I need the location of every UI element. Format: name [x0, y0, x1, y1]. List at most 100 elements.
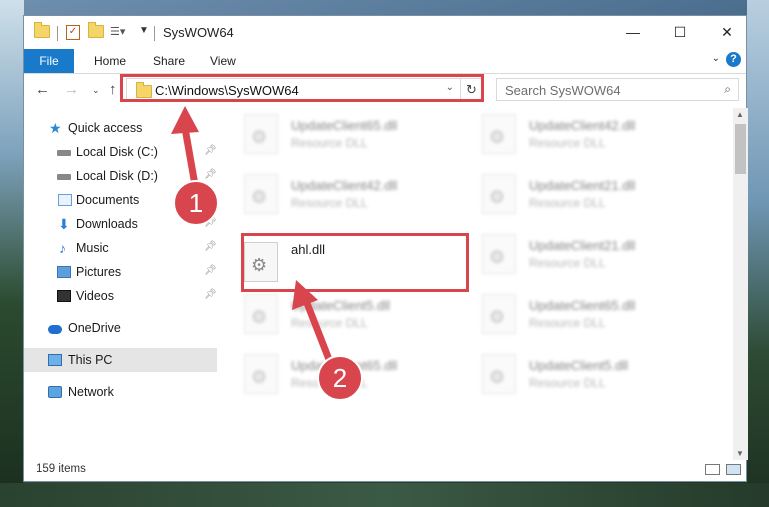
divider — [154, 26, 155, 41]
nav-local-disk-c[interactable]: Local Disk (C:) 📌︎ — [24, 140, 217, 164]
scroll-thumb[interactable] — [735, 124, 746, 174]
nav-label: Local Disk (D:) — [76, 169, 158, 183]
dll-file-icon — [244, 174, 278, 214]
nav-label: Documents — [76, 193, 140, 207]
nav-downloads[interactable]: ⬇ Downloads 📌︎ — [24, 212, 217, 236]
tab-file[interactable]: File — [24, 49, 74, 73]
file-type: Resource DLL — [529, 196, 606, 210]
customize-quick-access-icon[interactable]: ☰▾ — [110, 25, 125, 38]
nav-label: Local Disk (C:) — [76, 145, 158, 159]
nav-label: Music — [76, 241, 109, 255]
file-type: Resource DLL — [529, 316, 606, 330]
video-film-icon — [57, 290, 71, 302]
nav-quick-access[interactable]: ★ Quick access — [24, 116, 217, 140]
file-type: Resource DLL — [291, 316, 368, 330]
file-name: UpdateClient65.dll — [291, 358, 398, 373]
file-type: Resource DLL — [291, 196, 368, 210]
file-name: UpdateClient65.dll — [291, 118, 398, 133]
item-count: 159 items — [36, 463, 86, 475]
file-item[interactable]: UpdateClient21.dll Resource DLL — [462, 230, 692, 280]
dll-file-icon — [482, 234, 516, 274]
pin-icon: 📌︎ — [204, 193, 217, 204]
new-folder-icon[interactable] — [88, 22, 104, 38]
file-type: Resource DLL — [529, 376, 606, 390]
nav-this-pc[interactable]: This PC — [24, 348, 217, 372]
desktop-background-right — [747, 0, 769, 507]
nav-label: Videos — [76, 289, 114, 303]
window-title: SysWOW64 — [163, 25, 234, 40]
minimize-button[interactable]: — — [622, 21, 644, 43]
close-button[interactable]: ✕ — [716, 21, 738, 43]
forward-arrow-icon[interactable]: → — [64, 81, 79, 98]
desktop-background-bottom — [0, 483, 769, 507]
dll-file-icon — [244, 354, 278, 394]
dll-file-icon — [244, 294, 278, 334]
file-explorer-window: ✓ ☰▾ ▼ SysWOW64 — ☐ ✕ File Home Share Vi… — [23, 15, 748, 482]
nav-documents[interactable]: Documents 📌︎ — [24, 188, 217, 212]
nav-label: This PC — [68, 353, 113, 367]
file-type: Resource DLL — [291, 376, 368, 390]
file-item[interactable]: UpdateClient5.dll Resource DLL — [224, 290, 454, 340]
file-name: UpdateClient21.dll — [529, 238, 636, 253]
nav-local-disk-d[interactable]: Local Disk (D:) 📌︎ — [24, 164, 217, 188]
nav-label: Quick access — [68, 121, 143, 135]
file-item[interactable]: UpdateClient21.dll Resource DLL — [462, 170, 692, 220]
pin-icon: 📌︎ — [204, 265, 217, 276]
star-icon: ★ — [49, 120, 62, 136]
nav-pictures[interactable]: Pictures 📌︎ — [24, 260, 217, 284]
file-list: UpdateClient65.dll Resource DLL UpdateCl… — [224, 108, 730, 460]
address-row: ← → ⌄ ↑ C:\Windows\SysWOW64 ⌄ ↻ Search S… — [24, 74, 746, 106]
details-view-icon[interactable] — [705, 464, 720, 475]
dll-file-icon — [482, 114, 516, 154]
pin-icon: 📌︎ — [204, 241, 217, 252]
pin-icon: 📌︎ — [204, 169, 217, 180]
nav-label: OneDrive — [68, 321, 121, 335]
navigation-pane: ★ Quick access Local Disk (C:) 📌︎ Local … — [24, 108, 217, 460]
computer-icon — [48, 354, 62, 366]
nav-label: Pictures — [76, 265, 122, 279]
scroll-down-icon[interactable]: ▼ — [736, 449, 744, 458]
search-input[interactable]: Search SysWOW64 ⌕ — [496, 78, 739, 101]
pin-icon: 📌︎ — [204, 145, 217, 156]
maximize-button[interactable]: ☐ — [669, 21, 691, 43]
file-name: UpdateClient21.dll — [529, 178, 636, 193]
file-type: Resource DLL — [529, 256, 606, 270]
divider — [57, 26, 58, 41]
large-icons-view-icon[interactable] — [726, 464, 741, 475]
nav-label: Network — [68, 385, 114, 399]
pin-icon: 📌︎ — [204, 289, 217, 300]
tab-share[interactable]: Share — [153, 49, 185, 73]
nav-network[interactable]: Network — [24, 380, 217, 404]
vertical-scrollbar[interactable]: ▲ ▼ — [733, 108, 748, 460]
documents-icon — [58, 194, 72, 206]
file-name: UpdateClient5.dll — [529, 358, 629, 373]
nav-videos[interactable]: Videos 📌︎ — [24, 284, 217, 308]
nav-label: Downloads — [76, 217, 138, 231]
nav-onedrive[interactable]: OneDrive — [24, 316, 217, 340]
folder-icon — [34, 22, 50, 38]
properties-icon[interactable]: ✓ — [66, 25, 80, 40]
file-item[interactable]: UpdateClient42.dll Resource DLL — [224, 170, 454, 220]
back-arrow-icon[interactable]: ← — [35, 81, 50, 98]
nav-music[interactable]: ♪ Music 📌︎ — [24, 236, 217, 260]
drive-icon — [57, 150, 71, 156]
file-item[interactable]: UpdateClient5.dll Resource DLL — [462, 350, 692, 400]
tab-view[interactable]: View — [210, 49, 236, 73]
status-bar: 159 items — [24, 460, 746, 481]
file-item[interactable]: UpdateClient42.dll Resource DLL — [462, 110, 692, 160]
pictures-icon — [57, 266, 71, 278]
file-type: Resource DLL — [529, 136, 606, 150]
help-icon[interactable]: ? — [726, 52, 741, 67]
tab-home[interactable]: Home — [94, 49, 126, 73]
scroll-up-icon[interactable]: ▲ — [736, 110, 744, 119]
address-highlight-box — [120, 74, 484, 102]
file-item[interactable]: UpdateClient65.dll Resource DLL — [224, 350, 454, 400]
cloud-icon — [48, 325, 62, 334]
quick-access-dropdown-icon[interactable]: ▼ — [139, 25, 149, 36]
up-arrow-icon[interactable]: ↑ — [109, 81, 117, 98]
file-item[interactable]: UpdateClient65.dll Resource DLL — [462, 290, 692, 340]
chevron-down-icon[interactable]: ⌄ — [712, 53, 720, 64]
recent-locations-icon[interactable]: ⌄ — [92, 85, 100, 96]
file-item[interactable]: UpdateClient65.dll Resource DLL — [224, 110, 454, 160]
ribbon-tabs: File Home Share View ⌄ ? — [24, 49, 746, 74]
